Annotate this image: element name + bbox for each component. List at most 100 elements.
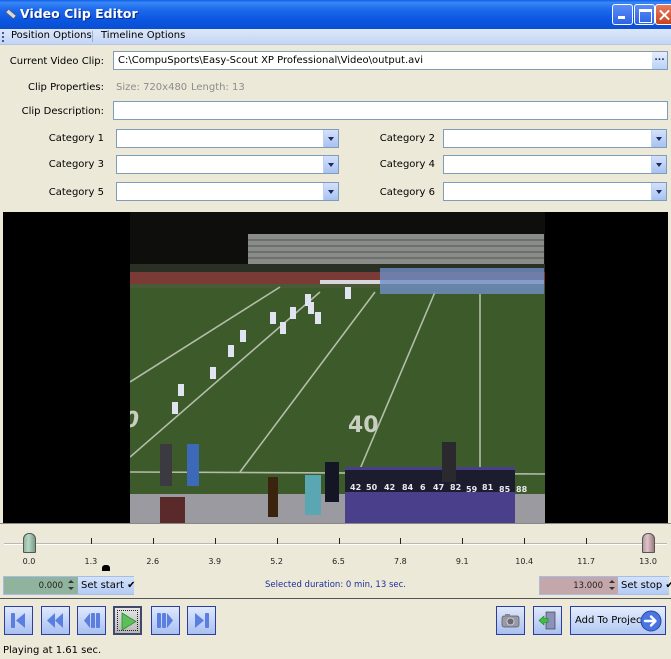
- yard-marker-40: 40: [348, 413, 379, 438]
- timeline-tick: [462, 538, 464, 544]
- add-to-project-button[interactable]: Add To Project: [570, 606, 666, 635]
- export-button[interactable]: [533, 606, 562, 635]
- svg-text:84: 84: [402, 483, 414, 492]
- timeline-tick: [338, 538, 340, 544]
- play-button[interactable]: [113, 606, 142, 635]
- menu-position-options[interactable]: Position Options: [11, 30, 92, 41]
- svg-text:50: 50: [366, 483, 378, 492]
- timeline[interactable]: 0.0 1.3 2.6 3.9 5.2 6.5 7.8 9.1 10.4 11.7 13.0 0.0…: [0, 523, 671, 598]
- check-icon: ✔: [665, 580, 671, 591]
- svg-text:81: 81: [482, 483, 494, 492]
- category-1-label: Category 1: [48, 133, 104, 144]
- timeline-tick: [90, 538, 92, 544]
- clip-properties-label: Clip Properties:: [28, 82, 104, 93]
- clip-size: Size: 720x480: [116, 82, 188, 93]
- category-3-label: Category 3: [48, 159, 104, 170]
- set-stop-button[interactable]: Set stop ✔: [618, 577, 671, 594]
- browse-button[interactable]: ...: [652, 52, 667, 69]
- svg-text:42: 42: [384, 483, 395, 492]
- add-to-project-label: Add To Project: [575, 615, 646, 626]
- rewind-button[interactable]: [41, 606, 70, 635]
- svg-text:88: 88: [516, 485, 528, 494]
- chevron-down-icon[interactable]: [651, 130, 666, 147]
- clip-description-label: Clip Description:: [21, 106, 104, 117]
- skip-start-icon: [11, 613, 25, 628]
- svg-text:82: 82: [450, 483, 461, 492]
- category-6-select[interactable]: [443, 182, 667, 201]
- chevron-down-icon[interactable]: [323, 156, 338, 173]
- stop-time-value[interactable]: 13.000: [540, 577, 606, 594]
- timeline-tick-label: 3.9: [208, 557, 222, 566]
- timeline-tick-label: 0.0: [22, 557, 36, 566]
- video-player[interactable]: 30 40 34250 42846 478259 81: [3, 212, 668, 523]
- category-6-label: Category 6: [379, 187, 435, 198]
- timeline-tick-label: 6.5: [332, 557, 345, 566]
- video-frame: 30 40 34250 42846 478259 81: [130, 212, 545, 523]
- options-toolbar: Position Options Timeline Options: [0, 29, 671, 45]
- step-back-icon: [84, 613, 100, 628]
- timeline-tick-label: 5.2: [270, 557, 283, 566]
- category-4-select[interactable]: [443, 155, 667, 174]
- timeline-tick: [214, 538, 216, 544]
- step-back-button[interactable]: [77, 606, 106, 635]
- category-4-label: Category 4: [379, 159, 435, 170]
- stop-handle[interactable]: [642, 533, 655, 553]
- timeline-tick-label: 11.7: [577, 557, 595, 566]
- status-bar: Playing at 1.61 sec.: [3, 645, 102, 656]
- clip-description-field[interactable]: [113, 101, 668, 120]
- window-title: Video Clip Editor: [20, 6, 138, 21]
- category-3-select[interactable]: [116, 155, 339, 174]
- svg-text:42: 42: [350, 483, 361, 492]
- rewind-icon: [47, 613, 63, 628]
- play-icon: [121, 612, 137, 631]
- skip-end-icon: [195, 613, 209, 628]
- playhead-marker[interactable]: [101, 563, 110, 571]
- menu-timeline-options[interactable]: Timeline Options: [101, 30, 185, 41]
- timeline-tick-label: 10.4: [515, 557, 534, 566]
- timeline-tick-label: 2.6: [146, 557, 160, 566]
- chevron-down-icon[interactable]: [323, 183, 338, 200]
- football-field-image: 30 40 34250 42846 478259 81: [130, 212, 545, 523]
- video-clip-icon: [5, 8, 17, 20]
- chevron-down-icon[interactable]: [651, 183, 666, 200]
- menu-separator: [92, 31, 93, 42]
- exit-door-icon: [538, 611, 556, 630]
- svg-text:85: 85: [499, 485, 511, 494]
- timeline-tick: [152, 538, 154, 544]
- current-clip-field[interactable]: C:\CompuSports\Easy-Scout XP Professiona…: [113, 51, 668, 70]
- skip-to-start-button[interactable]: [4, 606, 33, 635]
- arrow-right-icon: [640, 610, 662, 632]
- timeline-tick: [586, 538, 588, 544]
- category-5-label: Category 5: [48, 187, 104, 198]
- svg-text:59: 59: [466, 485, 478, 494]
- category-5-select[interactable]: [116, 182, 339, 201]
- close-button[interactable]: [655, 4, 671, 25]
- current-clip-value: C:\CompuSports\Easy-Scout XP Professiona…: [118, 55, 423, 66]
- skip-to-end-button[interactable]: [187, 606, 216, 635]
- category-2-select[interactable]: [443, 129, 667, 148]
- timeline-track[interactable]: [4, 543, 667, 545]
- set-stop-label: Set stop: [621, 580, 663, 591]
- timeline-tick: [524, 538, 526, 544]
- timeline-tick-label: 9.1: [455, 557, 469, 566]
- spinner-arrows-icon[interactable]: [608, 577, 617, 594]
- timeline-tick: [276, 538, 278, 544]
- transport-controls: Add To Project: [0, 598, 671, 642]
- timeline-tick-label: 7.8: [394, 557, 407, 566]
- start-handle[interactable]: [23, 533, 36, 553]
- title-bar: Video Clip Editor: [0, 0, 671, 29]
- svg-text:6: 6: [420, 483, 426, 492]
- snapshot-button[interactable]: [496, 606, 525, 635]
- timeline-tick: [400, 538, 402, 544]
- toolbar-grip[interactable]: [2, 32, 4, 42]
- step-forward-button[interactable]: [151, 606, 180, 635]
- timeline-tick-label: 13.0: [639, 557, 657, 566]
- chevron-down-icon[interactable]: [323, 130, 338, 147]
- maximize-button[interactable]: [634, 4, 655, 25]
- stop-time-spinner[interactable]: 13.000 Set stop ✔: [539, 576, 671, 595]
- svg-text:47: 47: [433, 483, 444, 492]
- minimize-button[interactable]: [612, 4, 633, 25]
- category-1-select[interactable]: [116, 129, 339, 148]
- current-clip-label: Current Video Clip:: [9, 56, 104, 67]
- chevron-down-icon[interactable]: [651, 156, 666, 173]
